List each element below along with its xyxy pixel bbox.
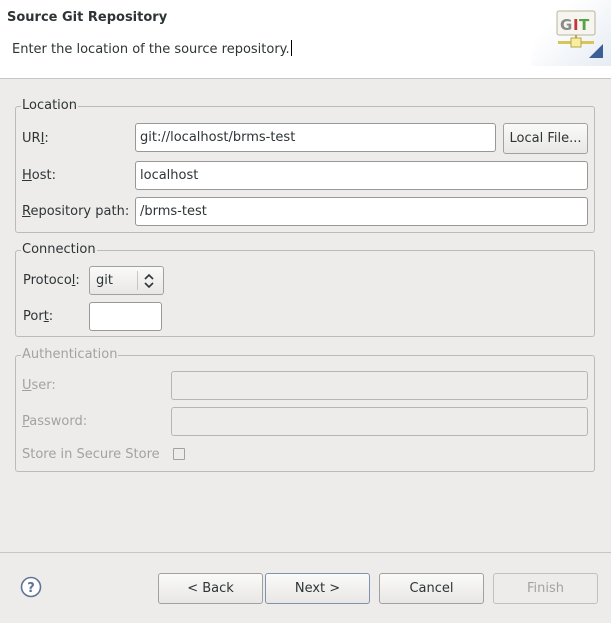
help-icon[interactable]: ? <box>20 576 42 598</box>
repository-path-input[interactable] <box>135 197 588 226</box>
host-label: Host: <box>22 168 56 183</box>
authentication-group-label: Authentication <box>21 347 119 363</box>
password-input[interactable] <box>171 407 588 436</box>
uri-label: URI: <box>22 131 49 146</box>
page-description: Enter the location of the source reposit… <box>12 40 292 57</box>
secure-store-checkbox[interactable] <box>173 448 185 460</box>
svg-text:?: ? <box>27 581 35 596</box>
password-label: Password: <box>22 414 88 429</box>
description-text: Enter the location of the source reposit… <box>12 42 290 57</box>
uri-input[interactable] <box>135 123 496 152</box>
protocol-select[interactable]: git <box>89 266 164 295</box>
wizard-banner: G I T <box>531 0 611 66</box>
port-input[interactable] <box>89 302 162 331</box>
connection-group-label: Connection <box>21 242 97 258</box>
next-button[interactable]: Next > <box>265 573 370 604</box>
svg-text:T: T <box>579 16 590 34</box>
up-down-arrows-icon <box>144 273 154 289</box>
svg-text:I: I <box>573 16 579 34</box>
page-title: Source Git Repository <box>7 10 168 25</box>
repository-path-label: Repository path: <box>22 204 130 219</box>
user-label: User: <box>22 378 56 393</box>
protocol-label: Protocol: <box>23 273 80 288</box>
wizard-header: Source Git Repository Enter the location… <box>0 0 611 79</box>
footer-divider <box>0 552 611 553</box>
port-label: Port: <box>23 309 54 324</box>
secure-store-label: Store in Secure Store <box>22 447 160 462</box>
location-group-label: Location <box>21 98 78 114</box>
back-button[interactable]: < Back <box>158 573 263 604</box>
user-input[interactable] <box>171 371 588 400</box>
cancel-button[interactable]: Cancel <box>379 573 484 604</box>
host-input[interactable] <box>135 161 588 190</box>
local-file-button[interactable]: Local File... <box>503 123 588 154</box>
combo-separator <box>137 271 138 290</box>
svg-text:G: G <box>560 16 572 34</box>
protocol-selected-value: git <box>96 273 113 288</box>
corner-triangle-icon <box>589 44 603 58</box>
finish-button[interactable]: Finish <box>493 573 598 604</box>
text-caret <box>290 40 292 56</box>
